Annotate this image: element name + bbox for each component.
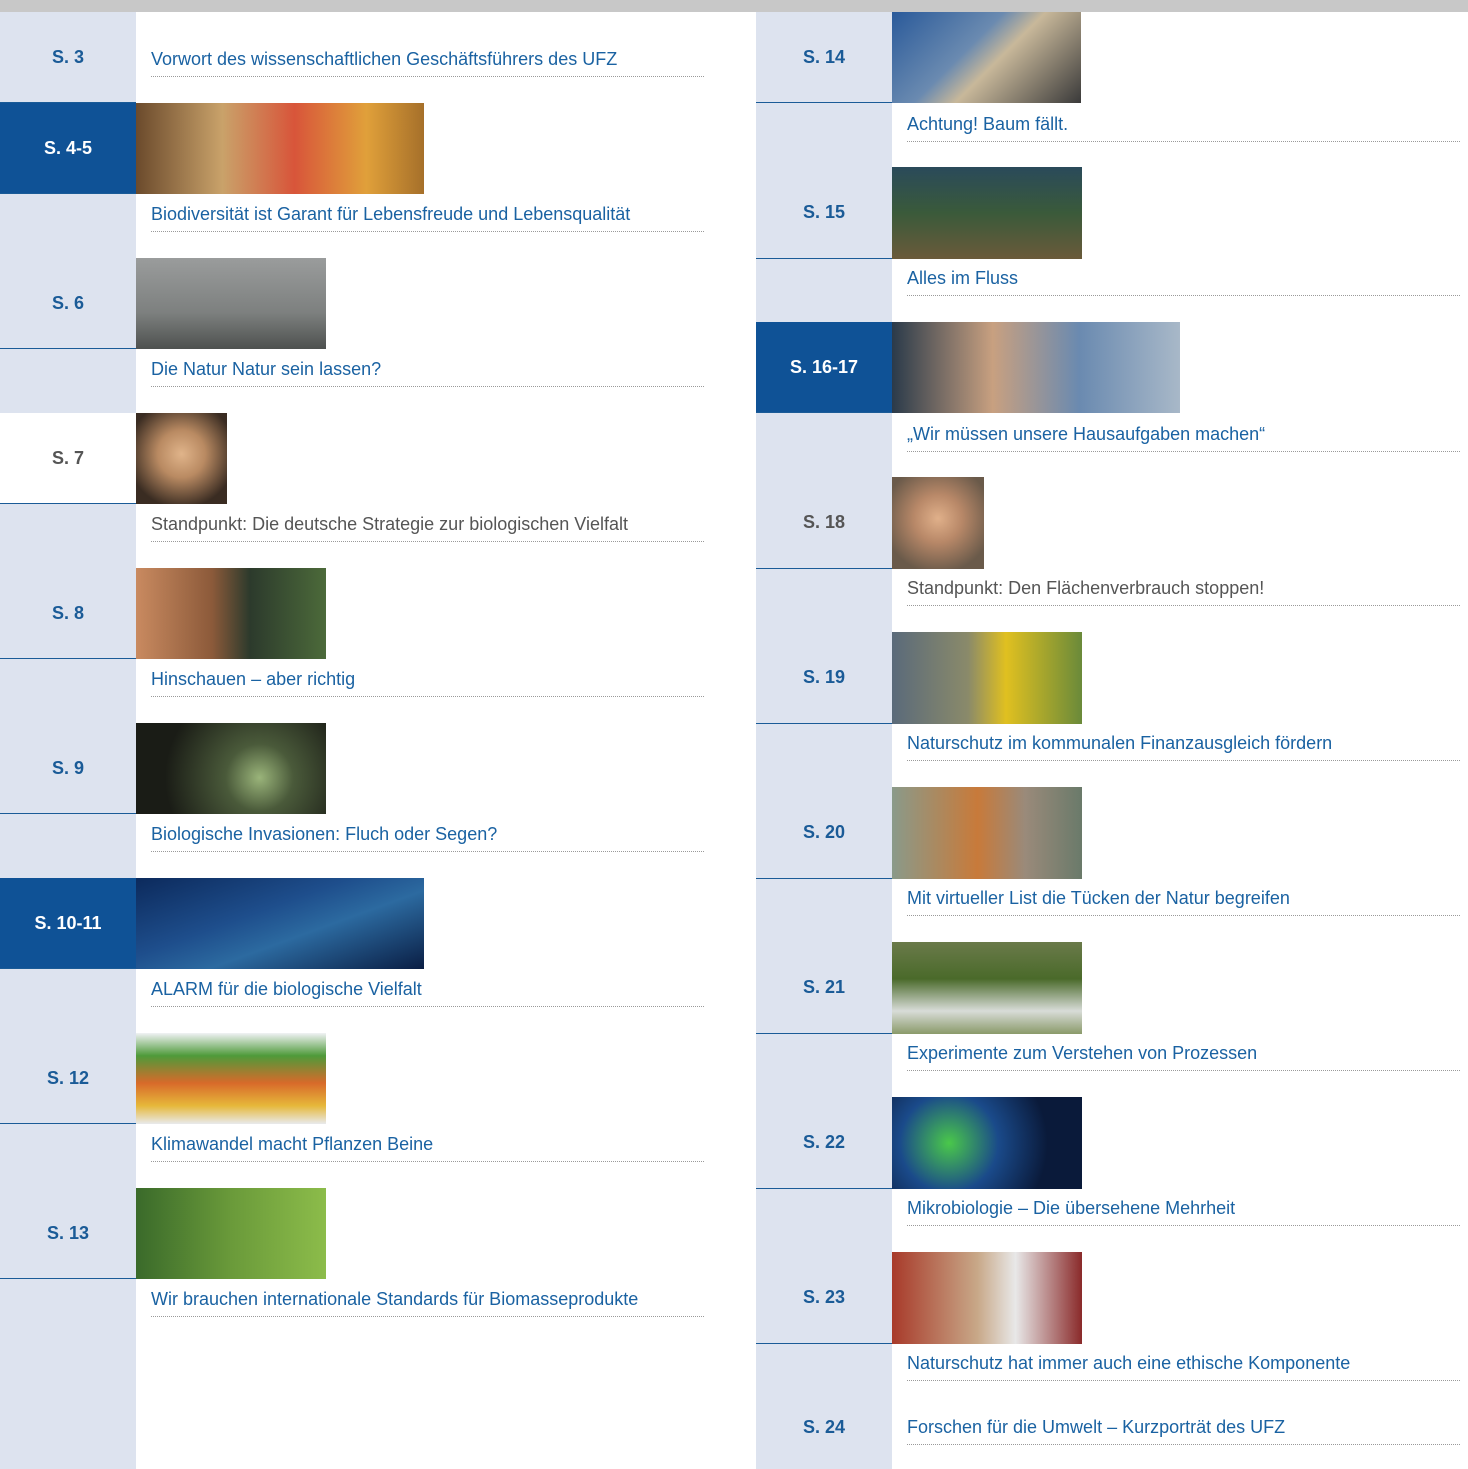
page-number: S. 22 — [756, 1097, 892, 1189]
toc-entry-title[interactable]: Naturschutz im kommunalen Finanzausgleic… — [907, 733, 1460, 761]
page-number: S. 12 — [0, 1033, 136, 1124]
binoculars-photo — [136, 568, 326, 659]
page-number: S. 20 — [756, 787, 892, 879]
page-number: S. 19 — [756, 632, 892, 724]
toc-entry-title[interactable]: Vorwort des wissenschaftlichen Geschäfts… — [151, 49, 704, 77]
toc-entry-title[interactable]: Achtung! Baum fällt. — [907, 114, 1460, 142]
page-number: S. 3 — [0, 12, 136, 103]
children-beaver-photo — [892, 1252, 1082, 1344]
fox-photo — [892, 787, 1082, 879]
toc-entry-title[interactable]: Standpunkt: Den Flächenverbrauch stoppen… — [907, 578, 1460, 606]
toc-entry-title[interactable]: Mit virtueller List die Tücken der Natur… — [907, 888, 1460, 916]
toc-entry-title[interactable]: Hinschauen – aber richtig — [151, 669, 704, 697]
page-number: S. 7 — [0, 413, 136, 504]
toc-entry-title[interactable]: Wir brauchen internationale Standards fü… — [151, 1289, 704, 1317]
page-number: S. 24 — [802, 1416, 846, 1437]
tree-felling-photo — [892, 12, 1081, 103]
page-number: S. 15 — [756, 167, 892, 259]
toc-entry-title[interactable]: ALARM für die biologische Vielfalt — [151, 979, 704, 1007]
foggy-forest-photo — [136, 258, 326, 349]
page-number: S. 10-11 — [0, 878, 136, 969]
toc-entry-title[interactable]: Klimawandel macht Pflanzen Beine — [151, 1134, 704, 1162]
page-number: S. 6 — [0, 258, 136, 349]
page-number: S. 8 — [0, 568, 136, 659]
top-bar — [0, 0, 1468, 12]
market-photo — [136, 103, 424, 194]
owl-sign-photo — [892, 632, 1082, 724]
field-experiment-photo — [892, 942, 1082, 1034]
toc-entry-title[interactable]: Die Natur Natur sein lassen? — [151, 359, 704, 387]
plant-pollen-photo — [136, 723, 326, 814]
toc-entry-title[interactable]: Forschen für die Umwelt – Kurzporträt de… — [907, 1417, 1460, 1445]
page-number: S. 14 — [756, 12, 892, 103]
page-number: S. 21 — [756, 942, 892, 1034]
toc-entry-title[interactable]: Biodiversität ist Garant für Lebensfreud… — [151, 204, 704, 232]
toc-entry-title[interactable]: „Wir müssen unsere Hausaufgaben machen“ — [907, 424, 1460, 452]
portrait-photo — [892, 477, 984, 569]
toc-entry-title[interactable]: Alles im Fluss — [907, 268, 1460, 296]
europe-map-photo — [136, 1033, 326, 1124]
toc-entry-title[interactable]: Mikrobiologie – Die übersehene Mehrheit — [907, 1198, 1460, 1226]
toc-entry-title[interactable]: Naturschutz hat immer auch eine ethische… — [907, 1353, 1460, 1381]
speaker-photo — [136, 1188, 326, 1279]
toc-entry-title[interactable]: Biologische Invasionen: Fluch oder Segen… — [151, 824, 704, 852]
page-number: S. 23 — [756, 1252, 892, 1344]
page-number: S. 18 — [756, 477, 892, 569]
page-number: S. 16-17 — [756, 322, 892, 413]
toc-entry-title[interactable]: Standpunkt: Die deutsche Strategie zur b… — [151, 514, 704, 542]
globe-animals-photo — [136, 878, 424, 969]
page-number: S. 13 — [0, 1188, 136, 1279]
toc-entry-title[interactable]: Experimente zum Verstehen von Prozessen — [907, 1043, 1460, 1071]
page-number: S. 4-5 — [0, 103, 136, 194]
interview-photo — [892, 322, 1180, 413]
river-photo — [892, 167, 1082, 259]
microbiology-photo — [892, 1097, 1082, 1189]
portrait-photo — [136, 413, 227, 504]
page-number: S. 9 — [0, 723, 136, 814]
